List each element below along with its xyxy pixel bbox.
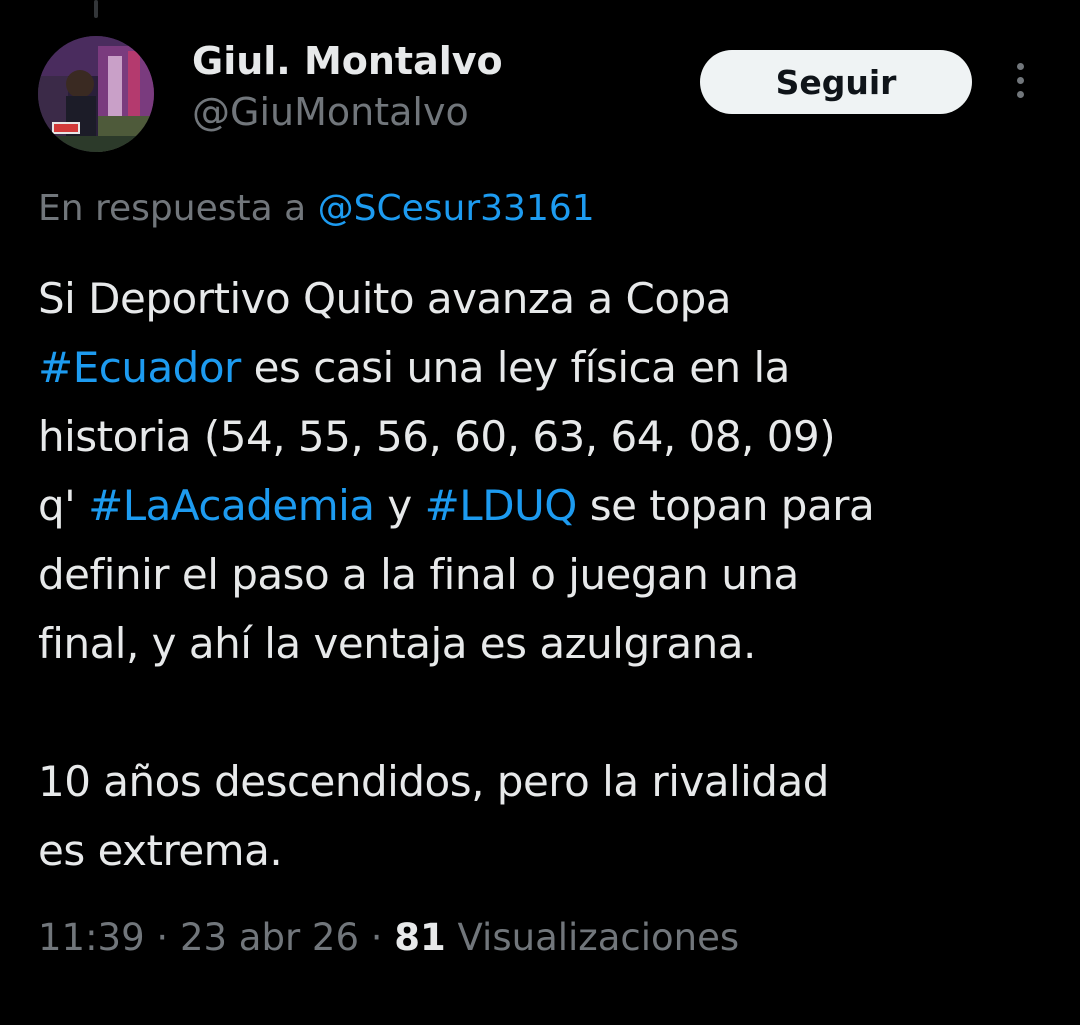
more-vertical-icon (1016, 62, 1024, 70)
tweet-text: Si Deportivo Quito avanza a Copa #Ecuado… (38, 264, 1048, 885)
tweet-text-segment: y (374, 481, 425, 530)
thread-connector-line (94, 0, 98, 18)
reply-context-label: En respuesta a (38, 188, 307, 229)
hashtag-ecuador-link[interactable]: #Ecuador (38, 343, 241, 392)
more-vertical-icon-dot (1016, 90, 1024, 98)
tweet-time[interactable]: 11:39 (38, 916, 145, 959)
more-vertical-icon-dot (1016, 76, 1024, 84)
reply-context: En respuesta a @SCesur33161 (38, 184, 595, 234)
tweet-date[interactable]: 23 abr 26 (180, 916, 359, 959)
tweet-line: Si Deportivo Quito avanza a Copa (38, 264, 1048, 333)
tweet-text-segment: es extrema. (38, 826, 283, 875)
meta-separator: · (144, 916, 180, 959)
follow-button[interactable]: Seguir (700, 50, 972, 114)
tweet-line: #Ecuador es casi una ley física en la (38, 333, 1048, 402)
tweet-line: definir el paso a la final o juegan una (38, 540, 1048, 609)
tweet-text-segment: definir el paso a la final o juegan una (38, 550, 799, 599)
tweet-line: q' #LaAcademia y #LDUQ se topan para (38, 471, 1048, 540)
tweet-text-segment: final, y ahí la ventaja es azulgrana. (38, 619, 756, 668)
hashtag-lduq-link[interactable]: #LDUQ (425, 481, 578, 530)
tweet-text-segment: historia (54, 55, 56, 60, 63, 64, 08, 09… (38, 412, 836, 461)
author-handle[interactable]: @GiuMontalvo (192, 86, 503, 138)
tweet-text-segment: 10 años descendidos, pero la rivalidad (38, 757, 829, 806)
author-block: Giul. Montalvo @GiuMontalvo (192, 36, 503, 138)
author-display-name[interactable]: Giul. Montalvo (192, 36, 503, 86)
avatar[interactable] (38, 36, 154, 152)
views-count: 81 (394, 916, 446, 959)
tweet-line: es extrema. (38, 816, 1048, 885)
reply-mention-link[interactable]: @SCesur33161 (318, 188, 595, 229)
tweet-text-segment: q' (38, 481, 89, 530)
tweet-line: historia (54, 55, 56, 60, 63, 64, 08, 09… (38, 402, 1048, 471)
tweet-meta: 11:39 · 23 abr 26 · 81 Visualizaciones (38, 912, 739, 964)
avatar-photo (38, 36, 154, 152)
meta-separator: · (359, 916, 395, 959)
views-label: Visualizaciones (445, 916, 740, 959)
tweet-text-segment: Si Deportivo Quito avanza a Copa (38, 274, 731, 323)
more-options-button[interactable] (1004, 56, 1036, 104)
tweet-text-segment: es casi una ley física en la (240, 343, 791, 392)
tweet-line: final, y ahí la ventaja es azulgrana. (38, 609, 1048, 678)
tweet-line: 10 años descendidos, pero la rivalidad (38, 747, 1048, 816)
tweet-text-segment: se topan para (576, 481, 875, 530)
hashtag-laacademia-link[interactable]: #LaAcademia (88, 481, 375, 530)
